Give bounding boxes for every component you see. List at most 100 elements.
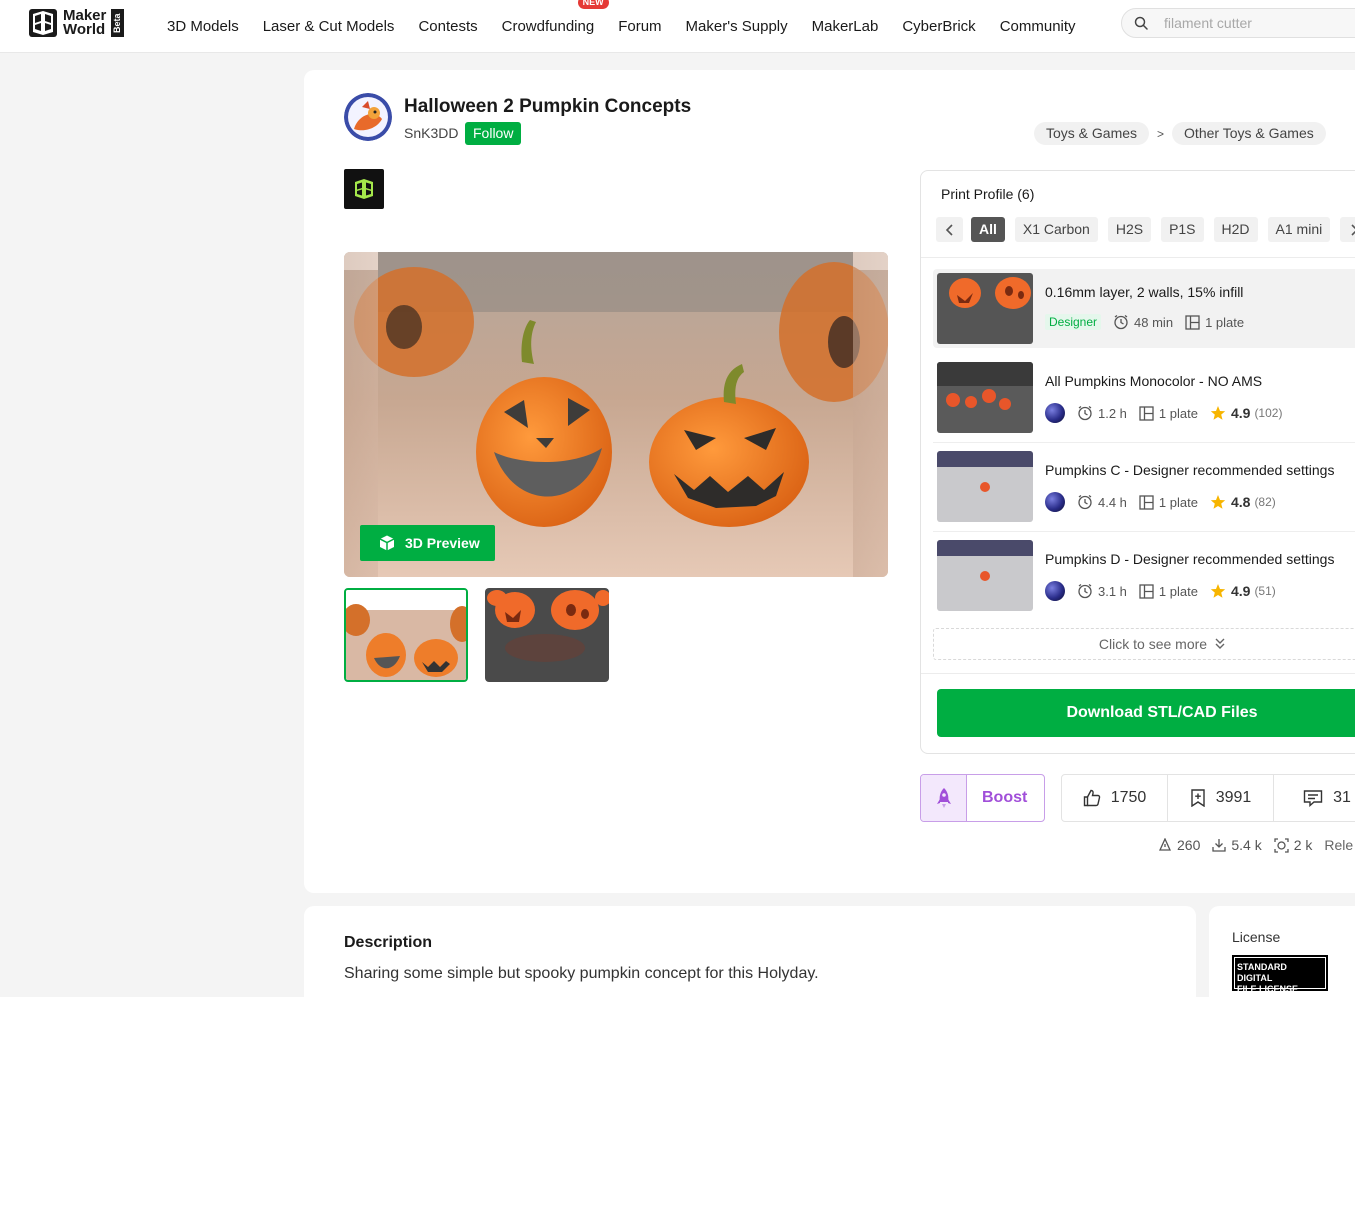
designer-tag: Designer (1045, 314, 1102, 330)
breadcrumb-other-toys-games[interactable]: Other Toys & Games (1172, 122, 1326, 145)
author-name[interactable]: SnK3DD (404, 125, 458, 141)
creator-avatar[interactable] (1045, 581, 1065, 601)
author-avatar[interactable] (344, 93, 392, 141)
profile-name: Pumpkins D - Designer recommended settin… (1045, 551, 1335, 567)
plate-icon (1185, 314, 1200, 330)
profile-name: All Pumpkins Monocolor - NO AMS (1045, 373, 1263, 389)
logo-line2: World (63, 21, 106, 38)
nav-laser-cut-models[interactable]: Laser & Cut Models (263, 18, 395, 35)
filter-chip-h2d[interactable]: H2D (1213, 217, 1258, 242)
plate-count-value: 1 plate (1158, 583, 1198, 599)
search-icon[interactable] (1134, 16, 1148, 30)
boost-label: Boost (982, 789, 1028, 806)
profile-name: Pumpkins C - Designer recommended settin… (1045, 462, 1335, 478)
blank-area (0, 997, 1355, 1212)
chevron-right-icon (1351, 223, 1355, 236)
rating-value: 4.9 (1230, 405, 1251, 421)
nav-makerlab[interactable]: MakerLab (812, 18, 879, 35)
nav-makers-supply[interactable]: Maker's Supply (686, 18, 788, 35)
filter-chip-a1-mini[interactable]: A1 mini (1267, 217, 1331, 242)
star-icon (1210, 584, 1226, 598)
comment-button[interactable]: 31 (1274, 775, 1355, 821)
profile-row[interactable]: Pumpkins D - Designer recommended settin… (933, 536, 1355, 615)
bookmark-plus-icon (1191, 789, 1205, 807)
profile-thumbnail (937, 273, 1033, 344)
thumbs-up-icon (1083, 789, 1100, 807)
thumbnail-1[interactable] (344, 588, 468, 682)
search-input[interactable] (1164, 15, 1354, 31)
comment-count: 31 (1333, 789, 1351, 806)
download-count: 5.4 k (1212, 837, 1262, 853)
profile-row[interactable]: All Pumpkins Monocolor - NO AMS 1.2 h 1 … (933, 358, 1355, 437)
creator-avatar[interactable] (1045, 403, 1065, 423)
plate-icon (1139, 583, 1154, 599)
license-label: License (1232, 929, 1281, 945)
plate-count: 1 plate (1185, 315, 1244, 330)
nav-community[interactable]: Community (1000, 18, 1076, 35)
profile-thumbnail (937, 362, 1033, 433)
profile-meta: Designer 48 min 1 plate (1045, 314, 1256, 330)
search-box (1121, 8, 1355, 38)
filter-chip-p1s[interactable]: P1S (1161, 217, 1204, 242)
model-detail-card: Halloween 2 Pumpkin Concepts SnK3DD Foll… (304, 70, 1355, 893)
rating-value: 4.8 (1230, 494, 1251, 510)
plate-count-value: 1 plate (1205, 314, 1245, 330)
download-count-value: 5.4 k (1231, 837, 1262, 853)
3d-preview-button[interactable]: 3D Preview (360, 525, 495, 561)
comment-icon (1303, 790, 1323, 807)
profile-row[interactable]: Pumpkins C - Designer recommended settin… (933, 447, 1355, 526)
boost-button[interactable]: Boost (920, 774, 1045, 822)
page: Maker World Beta 3D Models Laser & Cut M… (0, 0, 1355, 1212)
download-icon (1212, 839, 1227, 852)
see-more-button[interactable]: Click to see more (933, 628, 1355, 660)
breadcrumb: Toys & Games > Other Toys & Games (1034, 122, 1326, 145)
bambu-cube-icon (344, 169, 384, 209)
3d-preview-label: 3D Preview (405, 535, 480, 551)
cube-icon (379, 535, 395, 551)
license-badge[interactable]: STANDARD DIGITAL FILE LICENSE (1232, 955, 1328, 994)
logo-cube-icon (29, 9, 57, 37)
print-time: 3.1 h (1077, 583, 1127, 599)
plate-count-value: 1 plate (1158, 494, 1198, 510)
print-icon (1274, 837, 1289, 853)
print-count-value: 2 k (1293, 837, 1313, 853)
nav-contests[interactable]: Contests (418, 18, 477, 35)
thumbnail-2[interactable] (485, 588, 609, 682)
profile-row[interactable]: 0.16mm layer, 2 walls, 15% infill Design… (933, 269, 1355, 348)
collect-button[interactable]: 3991 (1168, 775, 1275, 821)
star-icon (1210, 406, 1226, 420)
clock-icon (1078, 583, 1092, 599)
filter-chip-all[interactable]: All (971, 217, 1005, 242)
print-time-value: 4.4 h (1098, 494, 1127, 510)
chevron-left-icon (945, 223, 953, 236)
filter-chip-h2s[interactable]: H2S (1107, 217, 1152, 242)
rating-count: (102) (1254, 406, 1283, 420)
follow-button[interactable]: Follow (465, 122, 522, 145)
nav-crowdfunding[interactable]: Crowdfunding NEW (502, 0, 609, 35)
boost-count: 260 (1158, 837, 1200, 853)
print-time: 48 min (1113, 314, 1173, 330)
nav-cyberbrick[interactable]: CyberBrick (902, 18, 975, 35)
download-stl-button[interactable]: Download STL/CAD Files (937, 689, 1355, 737)
rating: 4.9 (51) (1210, 583, 1276, 599)
like-count: 1750 (1110, 789, 1147, 806)
divider (921, 257, 1355, 258)
creator-avatar[interactable] (1045, 492, 1065, 512)
filter-chip-x1-carbon[interactable]: X1 Carbon (1014, 217, 1098, 242)
model-stats-row: 260 5.4 k 2 k Rele (1158, 837, 1355, 853)
profile-meta: 3.1 h 1 plate 4.9 (51) (1045, 581, 1288, 601)
printer-filter-row: All X1 Carbon H2S P1S H2D A1 mini (936, 217, 1355, 242)
row-divider (933, 531, 1355, 532)
like-button[interactable]: 1750 (1062, 775, 1169, 821)
clock-icon (1114, 314, 1128, 330)
rating: 4.8 (82) (1210, 494, 1276, 510)
makerworld-logo[interactable]: Maker World Beta (28, 8, 125, 38)
print-profile-panel: Print Profile (6) All X1 Carbon H2S P1S … (920, 170, 1355, 754)
nav-3d-models[interactable]: 3D Models (167, 18, 239, 35)
filter-next-button[interactable] (1340, 217, 1355, 242)
profile-thumbnail (937, 540, 1033, 611)
filter-prev-button[interactable] (936, 217, 963, 242)
main-image-viewer[interactable]: 3D Preview (344, 252, 888, 577)
breadcrumb-toys-games[interactable]: Toys & Games (1034, 122, 1150, 145)
nav-forum[interactable]: Forum (618, 18, 661, 35)
